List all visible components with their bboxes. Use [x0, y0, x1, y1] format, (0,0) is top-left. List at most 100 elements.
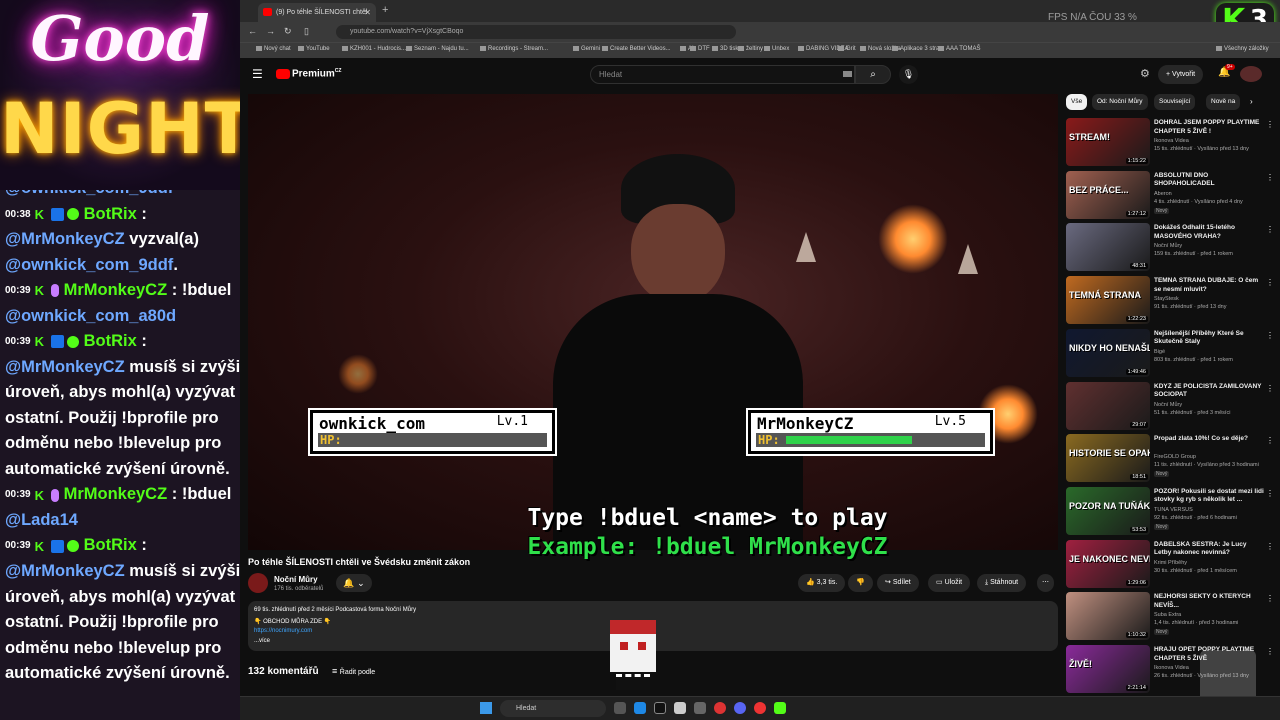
video-thumbnail[interactable]: 48:31: [1066, 223, 1150, 272]
chat-username[interactable]: BotRix: [84, 332, 137, 350]
recommendation-title[interactable]: DOHRÁL JSEM POPPY PLAYTIME CHAPTER 5 ŽIV…: [1154, 119, 1264, 136]
gear-icon[interactable]: ⚙: [1140, 67, 1150, 80]
bookmark-item[interactable]: želtiny: [738, 46, 763, 52]
recommendation-channel[interactable]: Bigé: [1154, 349, 1165, 355]
recommendation-title[interactable]: Dokážeš Odhalit 15-letého MASOVÉHO VRAHA…: [1154, 224, 1264, 241]
bookmark-item[interactable]: Aplikace 3 stran: [892, 46, 943, 52]
voice-search-button[interactable]: 🎙: [899, 65, 918, 84]
video-player[interactable]: ownkick_com Lv.1 HP: MrMonkeyCZ Lv.5 HP:: [248, 94, 1058, 550]
video-thumbnail[interactable]: ŽIVĚ! 2:21:14: [1066, 645, 1150, 693]
chip-all[interactable]: Vše: [1066, 94, 1088, 110]
chat-mention[interactable]: @MrMonkeyCZ: [5, 230, 125, 248]
forward-icon[interactable]: →: [266, 26, 275, 36]
avatar[interactable]: [1240, 66, 1262, 82]
recommendation-channel[interactable]: Noční Můry: [1154, 402, 1182, 408]
recommendation-item[interactable]: STREAM! 1:15:22 DOHRÁL JSEM POPPY PLAYTIME…: [1066, 118, 1276, 166]
more-vert-icon[interactable]: ⋮: [1266, 384, 1274, 393]
video-thumbnail[interactable]: 1:10:32: [1066, 592, 1150, 641]
recommendation-channel[interactable]: Ikonova Videa: [1154, 665, 1189, 671]
more-vert-icon[interactable]: ⋮: [1266, 436, 1274, 445]
bookmark-item[interactable]: Create Better Videos...: [602, 46, 671, 52]
chat-mention[interactable]: @ownkick_com_a80d: [5, 307, 176, 325]
recommendation-title[interactable]: TEMNÁ STRANA DUBAJE: O čem se nesmí mluv…: [1154, 277, 1264, 294]
chat-username[interactable]: BotRix: [84, 205, 137, 223]
recommendation-channel[interactable]: Krimi Příběhy: [1154, 560, 1187, 566]
more-vert-icon[interactable]: ⋮: [1266, 173, 1274, 182]
bookmark-item[interactable]: Grit: [838, 46, 856, 52]
chat-mention[interactable]: @MrMonkeyCZ: [5, 358, 125, 376]
new-tab-button[interactable]: +: [382, 4, 388, 16]
search-button[interactable]: ⌕: [855, 65, 891, 84]
recommendation-title[interactable]: POZOR! Pokusili se dostat mezi lidi stov…: [1154, 488, 1264, 505]
channel-avatar[interactable]: [248, 573, 268, 593]
chip-new[interactable]: Nově na: [1206, 94, 1241, 110]
recommendation-title[interactable]: KDYŽ JE POLICISTA ZAMILOVANÝ SOCIOPAT: [1154, 383, 1264, 400]
more-vert-icon[interactable]: ⋮: [1266, 647, 1274, 656]
video-thumbnail[interactable]: 29:07: [1066, 381, 1150, 430]
bookmark-item[interactable]: AAA TOMAŠ: [938, 46, 980, 52]
media-play-icon[interactable]: [774, 702, 786, 714]
bookmark-item[interactable]: Seznam - Najdu tu...: [406, 46, 469, 52]
chrome-icon[interactable]: [714, 702, 726, 714]
recommendation-item[interactable]: 29:07 KDYŽ JE POLICISTA ZAMILOVANÝ SOCIOP…: [1066, 381, 1276, 430]
search-input[interactable]: Hledat: [590, 65, 855, 84]
keyboard-icon[interactable]: [843, 71, 852, 77]
chrome-profile-icon[interactable]: [754, 702, 766, 714]
more-vert-icon[interactable]: ⋮: [1266, 278, 1274, 287]
recommendation-channel[interactable]: Suba Extra: [1154, 612, 1181, 618]
back-icon[interactable]: ←: [248, 26, 257, 36]
game-app-icon[interactable]: [694, 702, 706, 714]
chat-mention[interactable]: @Lada14: [5, 511, 78, 529]
recommendation-title[interactable]: Nejšílenější Příběhy Které Se Skutečně S…: [1154, 330, 1264, 347]
close-icon[interactable]: ✕: [364, 3, 371, 22]
download-button[interactable]: ⤓ Stáhnout: [977, 574, 1027, 592]
save-button[interactable]: ▭ Uložit: [928, 574, 971, 592]
chat-mention[interactable]: @MrMonkeyCZ: [5, 562, 125, 580]
dislike-button[interactable]: 👎: [848, 574, 873, 592]
menu-icon[interactable]: ☰: [252, 67, 263, 81]
youtube-logo[interactable]: PremiumCZ: [276, 68, 341, 79]
sidebar-toggle-icon[interactable]: ▯: [304, 26, 309, 37]
recommendation-item[interactable]: 1:10:32 NEJHORŠÍ SEKTY O KTERÝCH NEVÍŠ...…: [1066, 592, 1276, 641]
recommendation-item[interactable]: HISTORIE SE OPAKUJE 18:51 Propad zlata 10%…: [1066, 434, 1276, 483]
recommendation-item[interactable]: BEZ PRÁCE... 1:27:12 ABSOLUTNÍ DNO SHOPAHO…: [1066, 170, 1276, 219]
chevron-right-icon[interactable]: ›: [1250, 97, 1253, 106]
like-button[interactable]: 👍 3,3 tis.: [798, 574, 846, 592]
tiktok-icon[interactable]: [654, 702, 666, 714]
more-vert-icon[interactable]: ⋮: [1266, 594, 1274, 603]
taskview-icon[interactable]: [614, 702, 626, 714]
taskbar-search-input[interactable]: Hledat: [500, 700, 606, 717]
more-vert-icon[interactable]: ⋮: [1266, 225, 1274, 234]
recommendation-channel[interactable]: Aberon: [1154, 191, 1172, 197]
chip-from-channel[interactable]: Od: Noční Můry: [1092, 94, 1148, 110]
bookmark-item[interactable]: Unbex: [764, 46, 789, 52]
bookmark-item[interactable]: 3D tisk: [712, 46, 738, 52]
recommendation-channel[interactable]: FireGOLD Group: [1154, 454, 1196, 460]
chat-username[interactable]: MrMonkeyCZ: [64, 281, 168, 299]
create-button[interactable]: + Vytvořit: [1158, 65, 1204, 84]
chip-related[interactable]: Související: [1154, 94, 1196, 110]
subscribed-bell-button[interactable]: 🔔 ⌄: [336, 574, 372, 592]
file-explorer-icon[interactable]: [634, 702, 646, 714]
recommendation-item[interactable]: TEMNÁ STRANA 1:22:23 TEMNÁ STRANA DUBAJE: …: [1066, 276, 1276, 325]
more-vert-icon[interactable]: ⋮: [1266, 542, 1274, 551]
more-actions-button[interactable]: ⋯: [1037, 574, 1054, 592]
description-link[interactable]: https://nocnimury.com: [254, 628, 312, 634]
video-thumbnail[interactable]: TEMNÁ STRANA 1:22:23: [1066, 276, 1150, 325]
recommendation-channel[interactable]: Noční Můry: [1154, 243, 1182, 249]
address-bar[interactable]: youtube.com/watch?v=VjXsgtCBoqo: [336, 25, 736, 39]
video-thumbnail[interactable]: BEZ PRÁCE... 1:27:12: [1066, 170, 1150, 219]
reload-icon[interactable]: ↻: [284, 26, 292, 37]
bookmark-item[interactable]: KZH001 - Hudrocis...: [342, 46, 406, 52]
more-vert-icon[interactable]: ⋮: [1266, 120, 1274, 129]
share-button[interactable]: ↪ Sdílet: [877, 574, 919, 592]
bookmark-item[interactable]: DTF: [690, 46, 710, 52]
chat-mention[interactable]: @ownkick_com_9ddf: [5, 256, 173, 274]
bookmark-item[interactable]: Nový chat: [256, 46, 291, 52]
more-vert-icon[interactable]: ⋮: [1266, 489, 1274, 498]
windows-start-icon[interactable]: [480, 702, 492, 714]
chat-username[interactable]: MrMonkeyCZ: [64, 485, 168, 503]
more-vert-icon[interactable]: ⋮: [1266, 331, 1274, 340]
cat-app-icon[interactable]: [674, 702, 686, 714]
chat-username[interactable]: BotRix: [84, 537, 137, 555]
